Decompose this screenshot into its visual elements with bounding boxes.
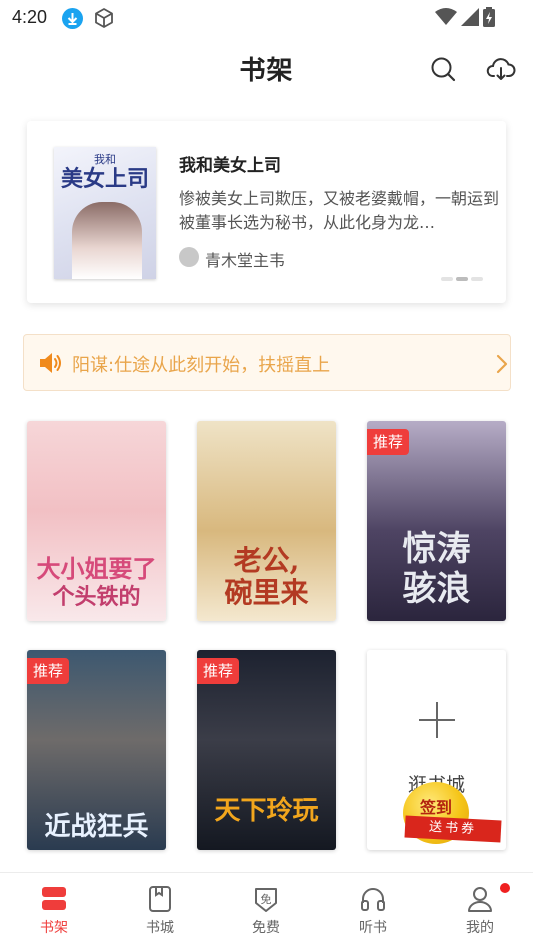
tab-bookstore[interactable]: 书城 <box>120 885 200 937</box>
tab-free[interactable]: 免 免费 <box>226 885 306 937</box>
book-cover[interactable]: 大小姐要了 个头铁的 <box>27 421 166 621</box>
notice-text: 阳谋:仕途从此刻开始，扶摇直上 <box>72 355 331 376</box>
carousel-indicator <box>441 277 483 281</box>
search-button[interactable] <box>428 54 458 84</box>
bottom-nav: 书架 书城 免 免费 听书 我的 <box>0 872 533 948</box>
headphones-icon <box>361 888 385 911</box>
chevron-right-icon <box>496 354 508 378</box>
cube-icon <box>93 7 115 33</box>
free-icon: 免 <box>255 888 277 912</box>
browse-bookstore-button[interactable]: 逛书城 签到 送书券 <box>367 650 506 850</box>
tab-label: 我的 <box>466 920 494 936</box>
carousel-dot-active <box>456 277 468 281</box>
carousel-dot <box>441 277 453 281</box>
recommended-badge: 推荐 <box>197 658 240 684</box>
signal-icon <box>461 8 479 30</box>
bookstore-icon <box>149 886 171 912</box>
tab-label: 听书 <box>359 920 387 936</box>
recommended-badge: 推荐 <box>27 658 70 684</box>
author-avatar-icon <box>179 247 199 267</box>
battery-icon <box>483 7 495 31</box>
wifi-icon <box>435 8 457 30</box>
notification-dot <box>500 883 510 893</box>
book-cover-title: 近战狂兵 <box>44 812 149 842</box>
book-cover[interactable]: 推荐 近战狂兵 <box>27 650 166 850</box>
book-cover[interactable]: 推荐 天下玲玩 <box>197 650 336 850</box>
tab-bookshelf[interactable]: 书架 <box>14 885 94 937</box>
tab-audiobooks[interactable]: 听书 <box>333 885 413 937</box>
book-cover[interactable]: 老公, 碗里来 <box>197 421 336 621</box>
featured-book-title[interactable]: 我和美女上司 <box>179 151 281 176</box>
featured-book-author: 青木堂主韦 <box>205 251 286 270</box>
cloud-sync-button[interactable] <box>486 54 516 84</box>
cover-title: 美女上司 <box>60 166 149 192</box>
status-bar: 4:20 <box>0 0 533 36</box>
signin-label: 签到 <box>419 798 452 817</box>
bookshelf-icon <box>42 887 66 910</box>
tab-profile[interactable]: 我的 <box>440 885 520 937</box>
featured-book-cover[interactable]: 我和 美女上司 <box>54 147 156 279</box>
book-cover-title: 天下玲玩 <box>214 796 319 826</box>
status-time: 4:20 <box>12 7 48 27</box>
featured-book-description: 惨被美女上司欺压，又被老婆戴帽，一朝运到被董事长选为秘书，从此化身为龙… <box>179 189 499 232</box>
svg-text:免: 免 <box>261 892 272 906</box>
header: 书架 <box>0 40 533 96</box>
book-cover[interactable]: 推荐 惊涛 骇浪 <box>367 421 506 621</box>
tab-label: 书架 <box>40 920 68 936</box>
speaker-icon <box>38 350 64 380</box>
cloud-download-icon <box>486 58 516 80</box>
carousel-dot <box>471 277 483 281</box>
cover-illustration <box>72 202 142 279</box>
recommended-badge: 推荐 <box>367 429 410 455</box>
profile-icon <box>468 887 492 912</box>
book-cover-subtitle: 骇浪 <box>402 569 471 609</box>
plus-icon-vertical <box>436 702 438 738</box>
notice-banner[interactable]: 阳谋:仕途从此刻开始，扶摇直上 <box>23 334 511 391</box>
search-icon <box>431 57 456 82</box>
tab-label: 免费 <box>252 920 280 936</box>
tab-label: 书城 <box>146 920 174 936</box>
book-cover-subtitle: 碗里来 <box>224 576 309 609</box>
book-cover-subtitle: 个头铁的 <box>52 584 141 610</box>
download-icon <box>62 8 83 29</box>
featured-book-card[interactable]: 我和 美女上司 我和美女上司 惨被美女上司欺压，又被老婆戴帽，一朝运到被董事长选… <box>27 121 506 303</box>
